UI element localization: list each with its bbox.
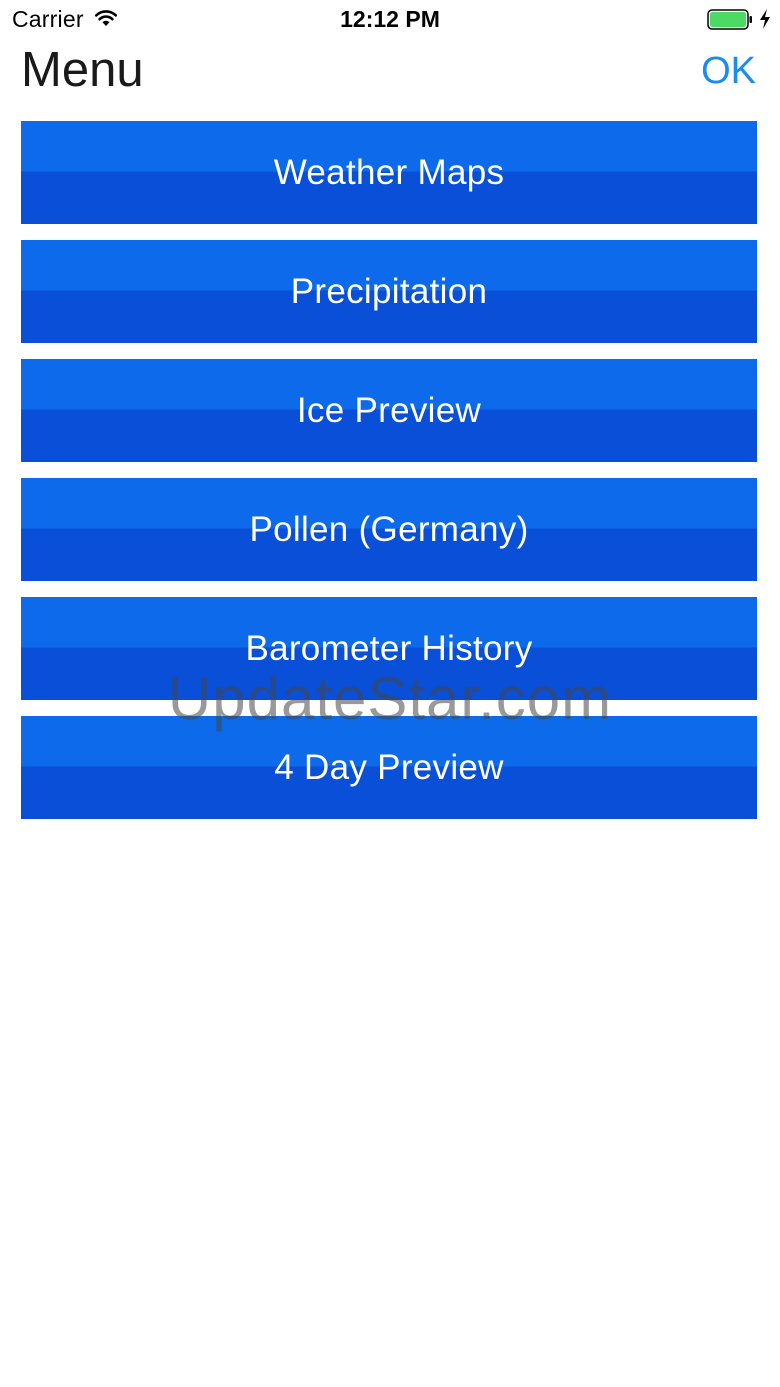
menu-button-label: 4 Day Preview xyxy=(274,747,504,787)
menu-button-weather-maps[interactable]: Weather Maps xyxy=(21,121,757,224)
status-time: 12:12 PM xyxy=(340,6,440,32)
menu-button-barometer-history[interactable]: Barometer History xyxy=(21,597,757,700)
menu-button-4-day-preview[interactable]: 4 Day Preview xyxy=(21,716,757,819)
menu-button-label: Weather Maps xyxy=(273,152,505,192)
ok-button[interactable]: OK xyxy=(701,50,756,93)
menu-button-precipitation[interactable]: Precipitation xyxy=(21,240,757,343)
status-bar: Carrier 12:12 PM xyxy=(0,0,780,40)
menu-button-label: Ice Preview xyxy=(296,390,482,430)
menu-button-label: Precipitation xyxy=(290,271,488,311)
menu-button-label: Pollen (Germany) xyxy=(249,509,529,549)
menu-button-label: Barometer History xyxy=(245,628,533,668)
charging-bolt-icon xyxy=(759,8,771,30)
menu-button-ice-preview[interactable]: Ice Preview xyxy=(21,359,757,462)
menu-button-pollen[interactable]: Pollen (Germany) xyxy=(21,478,757,581)
battery-icon xyxy=(707,9,753,30)
page-title: Menu xyxy=(21,43,144,97)
menu-list: Weather Maps Precipitation Ice Preview P… xyxy=(21,121,757,819)
